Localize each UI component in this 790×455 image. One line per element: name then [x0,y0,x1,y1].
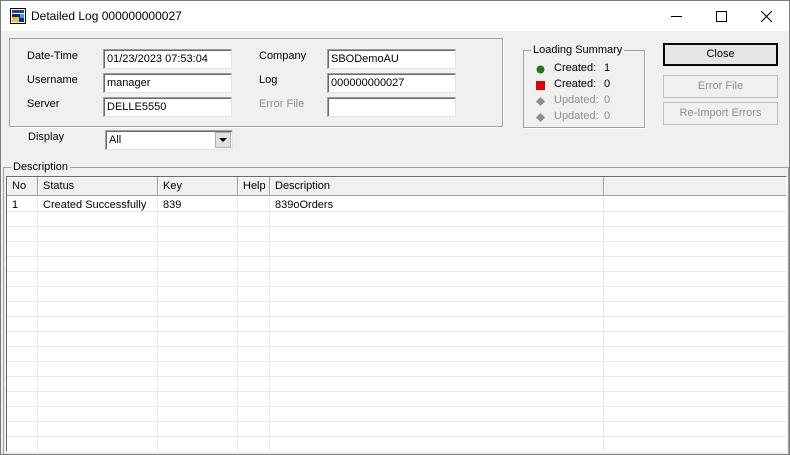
display-selected-value: All [109,134,122,146]
column-header-key[interactable]: Key [158,177,238,196]
column-header-description[interactable]: Description [270,177,604,196]
summary-label: Created: [554,62,597,74]
error-file-button[interactable]: Error File [663,75,778,98]
company-field[interactable]: SBODemoAU [327,49,456,69]
error-file-field[interactable] [327,97,456,117]
title-bar[interactable]: Detailed Log 000000000027 [1,1,789,31]
company-label: Company [259,50,307,62]
reimport-errors-button[interactable]: Re-Import Errors [663,102,778,125]
maximize-button[interactable] [699,1,744,31]
log-label: Log [259,74,278,86]
description-group-label: Description [11,161,71,173]
close-button[interactable]: Close [663,43,778,66]
server-label: Server [27,98,60,110]
dropdown-button[interactable] [215,132,231,148]
close-window-button[interactable] [744,1,789,31]
summary-label: Created: [554,78,597,90]
summary-count: 0 [604,78,611,90]
summary-count: 0 [604,94,611,106]
server-field[interactable]: DELLE5550 [103,97,232,117]
window-title: Detailed Log 000000000027 [31,9,182,23]
summary-label: Updated: [554,110,599,122]
column-header-status[interactable]: Status [38,177,158,196]
summary-label: Updated: [554,94,599,106]
error-file-label: Error File [259,98,305,110]
log-table[interactable]: No Status Key Help Description 1 Created… [6,176,787,452]
column-header-filler [604,177,786,196]
summary-row-updated-ok: Updated: 0 [532,94,642,108]
minimize-icon [671,16,682,17]
green-circle-icon [536,65,545,74]
gray-diamond-icon [536,97,545,106]
username-field[interactable]: manager [103,73,232,93]
log-field[interactable]: 000000000027 [327,73,456,93]
summary-count: 0 [604,110,611,122]
summary-count: 1 [604,62,611,74]
gray-diamond-icon [536,113,545,122]
summary-row-updated-error: Updated: 0 [532,110,642,124]
close-icon [761,11,772,22]
cell-no: 1 [12,199,19,211]
loading-summary-title: Loading Summary [531,44,625,56]
app-icon [10,8,26,24]
column-header-help[interactable]: Help [238,177,270,196]
cell-key: 839 [163,199,182,211]
red-square-icon [536,81,545,90]
cell-description: 839oOrders [275,199,334,211]
column-header-no[interactable]: No [7,177,38,196]
username-label: Username [27,74,78,86]
datetime-label: Date-Time [27,50,78,62]
cell-status: Created Successfully [43,199,147,211]
detailed-log-window: Detailed Log 000000000027 Date-Time 01/2… [0,0,790,455]
display-select[interactable]: All [105,130,233,150]
maximize-icon [716,11,727,22]
display-label: Display [28,131,65,143]
datetime-field[interactable]: 01/23/2023 07:53:04 [103,49,232,69]
minimize-button[interactable] [654,1,699,31]
chevron-down-icon [219,138,227,142]
summary-row-created-ok: Created: 1 [532,62,642,76]
summary-row-created-error: Created: 0 [532,78,642,92]
